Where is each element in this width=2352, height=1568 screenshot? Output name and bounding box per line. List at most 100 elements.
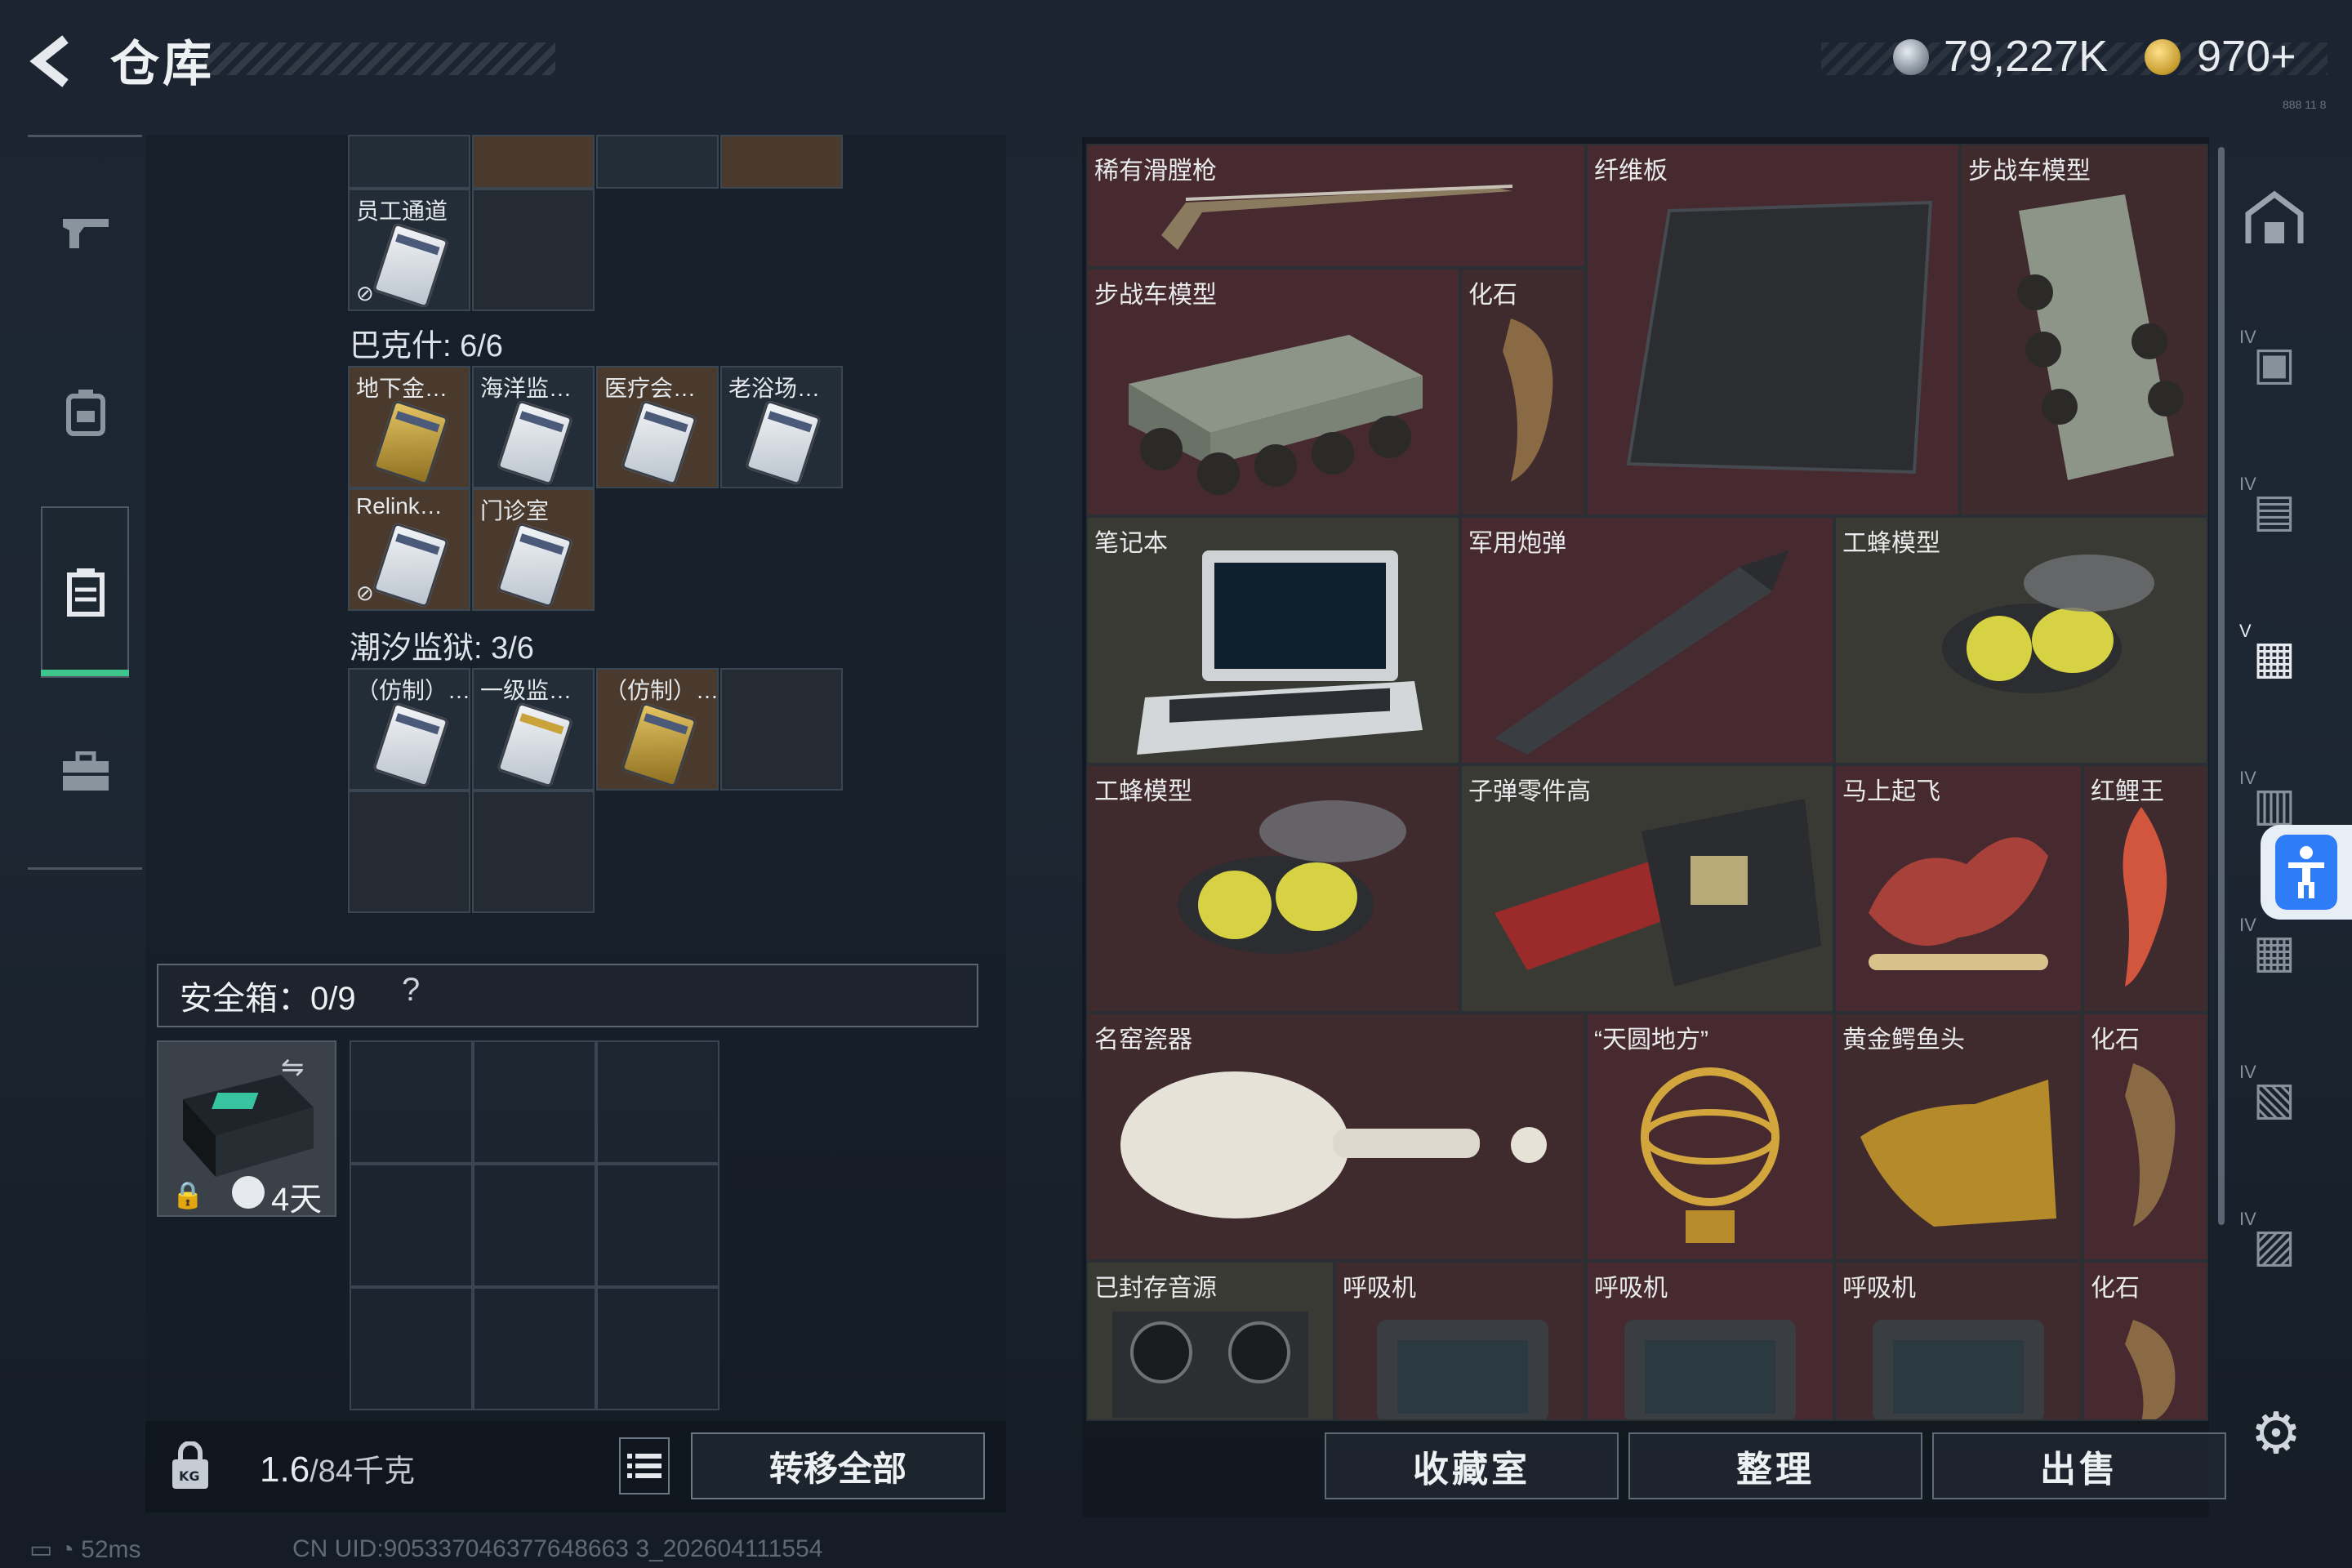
warehouse-icon [2245, 190, 2304, 243]
bullet-parts-icon [1494, 799, 1821, 987]
item-laptop[interactable]: 笔记本 [1086, 516, 1460, 764]
safe-slot[interactable] [596, 1287, 719, 1410]
warehouse-scrollbar[interactable] [2218, 147, 2225, 1225]
svg-text:KG: KG [179, 1468, 200, 1484]
item-fossil[interactable]: 化石 [1460, 268, 1586, 516]
item-ventilator[interactable]: 呼吸机 [1586, 1261, 1834, 1421]
keycard-icon [497, 522, 573, 608]
key-icon: ▧ [2252, 1072, 2296, 1124]
item-fossil[interactable]: 化石 [2082, 1013, 2208, 1261]
item-bee-model[interactable]: 工蜂模型 [1086, 764, 1460, 1013]
item-bee-model[interactable]: 工蜂模型 [1834, 516, 2208, 764]
item-cell[interactable] [472, 135, 595, 189]
safe-slot[interactable] [473, 1040, 596, 1164]
item-label: 老浴场… [728, 376, 821, 401]
item-tape-recorder[interactable]: 已封存音源 [1086, 1261, 1334, 1421]
nav-containers[interactable] [49, 555, 122, 629]
item-ventilator[interactable]: 呼吸机 [1834, 1261, 2082, 1421]
gun-icon [63, 219, 109, 248]
item-horse[interactable]: 马上起飞 [1834, 764, 2082, 1013]
rail-tab-6[interactable]: IV ▦ [2238, 915, 2311, 988]
transfer-all-button[interactable]: 转移全部 [691, 1432, 985, 1499]
item-cell[interactable]: 门诊室 [472, 488, 595, 611]
item-fiberboard[interactable]: 纤维板 [1586, 144, 1960, 516]
reel-recorder-icon [1112, 1312, 1308, 1418]
rail-all-storage[interactable] [2238, 181, 2311, 255]
item-bullet-parts[interactable]: 子弹零件高 [1460, 764, 1834, 1013]
empty-cell[interactable] [348, 791, 470, 913]
ifv-model-icon [2017, 194, 2184, 480]
item-label: 一级监… [480, 678, 572, 703]
musket-icon [1161, 185, 1513, 250]
rail-tab-3[interactable]: IV ▤ [2238, 474, 2311, 547]
keycard-icon [497, 702, 573, 788]
item-armillary[interactable]: “天圆地方” [1586, 1013, 1834, 1261]
safe-slot[interactable] [350, 1287, 473, 1410]
item-shell[interactable]: 军用炮弹 [1460, 516, 1834, 764]
briefcase-icon [63, 751, 109, 791]
item-cell[interactable]: （仿制）… [596, 668, 719, 791]
safe-slot[interactable] [350, 1040, 473, 1164]
list-view-button[interactable] [619, 1437, 670, 1494]
item-cell[interactable] [348, 135, 470, 189]
rail-tab-8[interactable]: IV ▨ [2238, 1209, 2311, 1282]
item-porcelain[interactable]: 名窑瓷器 [1086, 1013, 1586, 1261]
fiberboard-icon [1626, 200, 1933, 474]
title-stripe [204, 42, 555, 75]
rail-tab-7[interactable]: IV ▧ [2238, 1062, 2311, 1135]
empty-cell[interactable] [472, 791, 595, 913]
item-cell[interactable]: 一级监… [472, 668, 595, 791]
accessibility-icon[interactable] [2275, 835, 2337, 910]
weight-readout: 1.6/84千克 [260, 1446, 415, 1490]
tier-badge: IV [2239, 1209, 2256, 1229]
safe-slot[interactable] [473, 1287, 596, 1410]
nav-active-indicator [41, 670, 129, 676]
item-cell[interactable]: 地下金… [348, 366, 470, 488]
item-ifv-model[interactable]: 步战车模型 [1086, 268, 1460, 516]
gold-amount[interactable]: 970+ [2197, 31, 2296, 82]
fossil-claw-icon [2125, 1063, 2176, 1227]
nav-toolbox[interactable] [49, 735, 122, 808]
rail-tab-4-active[interactable]: V ▦ [2238, 621, 2311, 694]
organize-button[interactable]: 整理 [1628, 1432, 1922, 1499]
nav-weapons[interactable] [49, 196, 122, 270]
item-cell-staff-card[interactable]: 员工通道 ⊘ [348, 189, 470, 311]
collection-room-button[interactable]: 收藏室 [1325, 1432, 1619, 1499]
container-icon [67, 568, 105, 617]
help-icon[interactable]: ? [402, 972, 420, 1009]
safe-box-item[interactable]: ⇋ 🔒 4天 [157, 1040, 336, 1218]
safe-slot[interactable] [596, 1164, 719, 1287]
ping-text: 52ms [81, 1536, 141, 1563]
item-red-carp[interactable]: 红鲤王 [2082, 764, 2208, 1013]
page-title: 仓库 [110, 37, 215, 91]
uid-text: CN UID:905337046377648663 3_202604111554 [292, 1535, 823, 1562]
safe-slot[interactable] [596, 1040, 719, 1164]
empty-cell[interactable] [720, 668, 843, 791]
keycard-icon [621, 702, 697, 788]
item-gold-croc[interactable]: 黄金鳄鱼头 [1834, 1013, 2082, 1261]
safe-slot[interactable] [350, 1164, 473, 1287]
item-cell[interactable]: 海洋监… [472, 366, 595, 488]
item-musket[interactable]: 稀有滑膛枪 [1086, 144, 1586, 268]
item-ventilator[interactable]: 呼吸机 [1334, 1261, 1586, 1421]
settings-gear-icon[interactable]: ⚙ [2247, 1405, 2305, 1462]
rail-tab-2[interactable]: IV ▣ [2238, 327, 2311, 400]
gear-parts-icon: ▨ [2252, 1219, 2296, 1271]
back-arrow-icon[interactable] [24, 33, 82, 90]
item-cell[interactable] [720, 135, 843, 189]
item-cell[interactable] [596, 135, 719, 189]
sell-button[interactable]: 出售 [1932, 1432, 2226, 1499]
horse-statue-icon [1869, 837, 2048, 970]
armillary-sphere-icon [1641, 1067, 1780, 1243]
fossil-claw-icon [1503, 318, 1553, 482]
item-fossil[interactable]: 化石 [2082, 1261, 2208, 1421]
item-cell[interactable]: Relink… ⊘ [348, 488, 470, 611]
safe-slot[interactable] [473, 1164, 596, 1287]
nav-equipment[interactable] [49, 376, 122, 449]
item-cell[interactable]: 老浴场… [720, 366, 843, 488]
empty-cell[interactable] [472, 189, 595, 311]
item-ifv-model[interactable]: 步战车模型 [1960, 144, 2208, 516]
item-cell[interactable]: （仿制）… [348, 668, 470, 791]
keycard-icon [372, 702, 449, 788]
item-cell[interactable]: 医疗会… [596, 366, 719, 488]
